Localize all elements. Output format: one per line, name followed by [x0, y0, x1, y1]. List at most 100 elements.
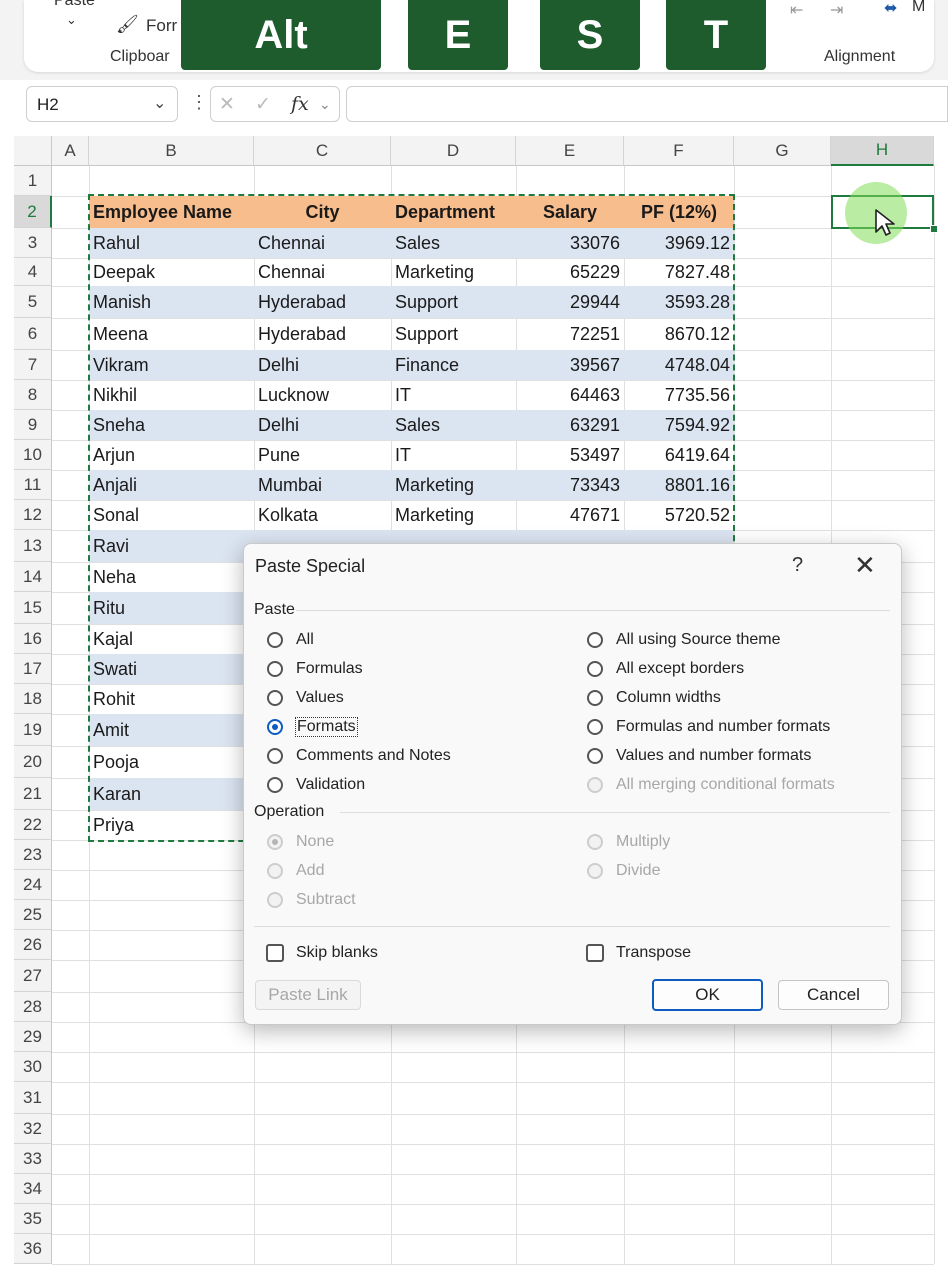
- merge-label[interactable]: M: [912, 0, 925, 16]
- column-header-e[interactable]: E: [516, 136, 624, 166]
- select-all-corner[interactable]: [14, 136, 52, 166]
- row-header-3[interactable]: 3: [14, 228, 52, 258]
- row-header-19[interactable]: 19: [14, 714, 52, 746]
- column-gridline: [934, 166, 935, 1264]
- radio-comments-and-notes[interactable]: Comments and Notes: [267, 744, 451, 768]
- row-header-6[interactable]: 6: [14, 318, 52, 350]
- row-header-27[interactable]: 27: [14, 960, 52, 992]
- clipboard-group-label: Clipboar: [110, 48, 170, 65]
- column-header-a[interactable]: A: [52, 136, 89, 166]
- options-divider: [254, 926, 890, 927]
- cancel-entry-icon[interactable]: ✕: [219, 93, 235, 116]
- radio-all-using-source-theme[interactable]: All using Source theme: [587, 628, 781, 652]
- row-header-20[interactable]: 20: [14, 746, 52, 778]
- radio-all-merging-conditional-formats: All merging conditional formats: [587, 773, 835, 797]
- transpose-checkbox[interactable]: Transpose: [586, 941, 691, 965]
- row-header-13[interactable]: 13: [14, 530, 52, 562]
- row-header-23[interactable]: 23: [14, 840, 52, 870]
- column-header-h[interactable]: H: [831, 136, 934, 166]
- operation-group-label: Operation: [254, 803, 325, 820]
- row-header-32[interactable]: 32: [14, 1114, 52, 1144]
- ok-button[interactable]: OK: [652, 979, 763, 1011]
- paste-special-dialog: Paste Special ? ✕ Paste All Formulas Val…: [243, 543, 902, 1025]
- row-header-15[interactable]: 15: [14, 592, 52, 624]
- paste-group-label: Paste: [254, 601, 295, 618]
- skip-blanks-checkbox[interactable]: Skip blanks: [266, 941, 378, 965]
- row-header-11[interactable]: 11: [14, 470, 52, 500]
- column-header-g[interactable]: G: [734, 136, 831, 166]
- row-header-2[interactable]: 2: [14, 196, 52, 228]
- row-gridline: [52, 1052, 934, 1053]
- radio-all[interactable]: All: [267, 628, 314, 652]
- paste-dropdown-icon[interactable]: ⌄: [66, 12, 77, 28]
- formula-buttons: ✕ ✓ fx ⌄: [210, 86, 340, 122]
- row-header-34[interactable]: 34: [14, 1174, 52, 1204]
- indent-increase-icon[interactable]: ⇥: [830, 0, 843, 20]
- row-header-4[interactable]: 4: [14, 258, 52, 286]
- cancel-button[interactable]: Cancel: [778, 980, 889, 1010]
- row-header-1[interactable]: 1: [14, 166, 52, 196]
- radio-none: None: [267, 830, 334, 854]
- row-header-31[interactable]: 31: [14, 1082, 52, 1114]
- fill-handle[interactable]: [930, 225, 938, 233]
- row-gridline: [52, 1144, 934, 1145]
- radio-multiply: Multiply: [587, 830, 670, 854]
- confirm-entry-icon[interactable]: ✓: [255, 93, 271, 116]
- row-header-26[interactable]: 26: [14, 930, 52, 960]
- help-icon[interactable]: ?: [792, 554, 803, 577]
- row-header-22[interactable]: 22: [14, 810, 52, 840]
- paste-link-button: Paste Link: [255, 980, 361, 1010]
- fx-dropdown-icon[interactable]: ⌄: [319, 96, 331, 113]
- row-header-9[interactable]: 9: [14, 410, 52, 440]
- radio-values[interactable]: Values: [267, 686, 344, 710]
- paste-group-divider: [296, 610, 890, 611]
- row-header-18[interactable]: 18: [14, 684, 52, 714]
- column-header-b[interactable]: B: [89, 136, 254, 166]
- chevron-down-icon[interactable]: ⌄: [153, 93, 166, 113]
- radio-values-and-number-formats[interactable]: Values and number formats: [587, 744, 811, 768]
- row-header-5[interactable]: 5: [14, 286, 52, 318]
- formula-input[interactable]: [346, 86, 948, 122]
- row-header-7[interactable]: 7: [14, 350, 52, 380]
- operation-group-divider: [340, 812, 890, 813]
- radio-column-widths[interactable]: Column widths: [587, 686, 721, 710]
- row-header-12[interactable]: 12: [14, 500, 52, 530]
- row-header-28[interactable]: 28: [14, 992, 52, 1022]
- name-box[interactable]: H2 ⌄: [26, 86, 178, 122]
- row-gridline: [52, 1234, 934, 1235]
- row-header-8[interactable]: 8: [14, 380, 52, 410]
- column-header-c[interactable]: C: [254, 136, 391, 166]
- column-header-d[interactable]: D: [391, 136, 516, 166]
- close-icon[interactable]: ✕: [854, 550, 876, 581]
- row-header-25[interactable]: 25: [14, 900, 52, 930]
- radio-formulas[interactable]: Formulas: [267, 657, 363, 681]
- insert-function-icon[interactable]: fx: [291, 93, 309, 115]
- radio-all-except-borders[interactable]: All except borders: [587, 657, 744, 681]
- row-header-24[interactable]: 24: [14, 870, 52, 900]
- radio-formulas-and-number-formats[interactable]: Formulas and number formats: [587, 715, 830, 739]
- radio-validation[interactable]: Validation: [267, 773, 365, 797]
- format-painter-icon[interactable]: 🖌: [116, 14, 139, 35]
- row-header-35[interactable]: 35: [14, 1204, 52, 1234]
- radio-formats[interactable]: Formats: [267, 715, 358, 739]
- row-header-16[interactable]: 16: [14, 624, 52, 654]
- paste-label[interactable]: Paste: [54, 0, 95, 10]
- column-header-f[interactable]: F: [624, 136, 734, 166]
- radio-divide: Divide: [587, 859, 660, 883]
- keytip-e: E: [408, 0, 508, 70]
- mouse-pointer-icon: [875, 209, 895, 236]
- row-header-36[interactable]: 36: [14, 1234, 52, 1264]
- row-header-21[interactable]: 21: [14, 778, 52, 810]
- row-header-30[interactable]: 30: [14, 1052, 52, 1082]
- format-painter-label[interactable]: Forr: [146, 16, 177, 36]
- row-header-14[interactable]: 14: [14, 562, 52, 592]
- row-header-33[interactable]: 33: [14, 1144, 52, 1174]
- name-box-value: H2: [37, 95, 59, 114]
- indent-decrease-icon[interactable]: ⇤: [790, 0, 803, 20]
- row-header-29[interactable]: 29: [14, 1022, 52, 1052]
- merge-center-icon[interactable]: ⬌: [884, 0, 897, 18]
- row-header-10[interactable]: 10: [14, 440, 52, 470]
- more-options-icon[interactable]: ⋮: [190, 92, 208, 113]
- dialog-title: Paste Special: [255, 556, 366, 576]
- row-header-17[interactable]: 17: [14, 654, 52, 684]
